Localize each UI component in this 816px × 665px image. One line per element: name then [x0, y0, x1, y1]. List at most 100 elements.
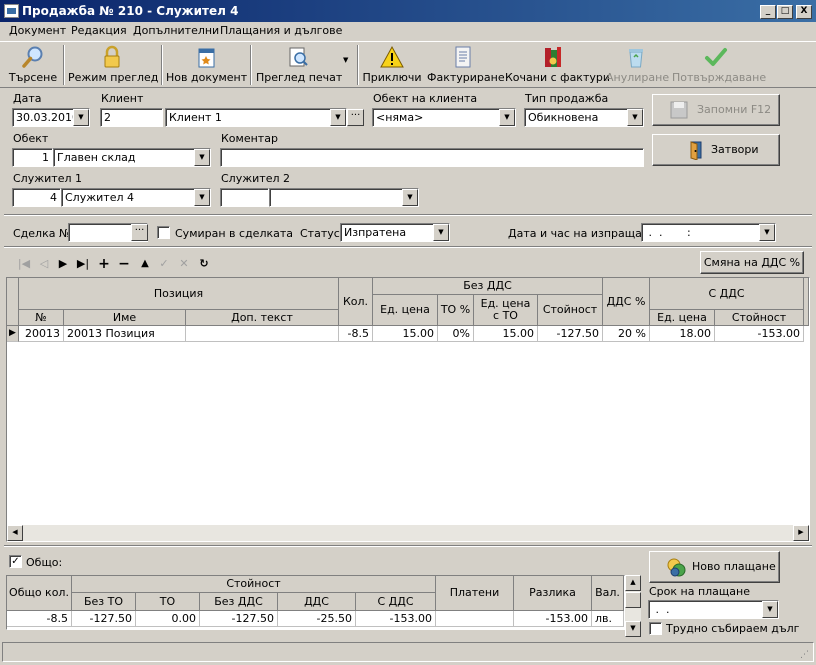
new-payment-button[interactable]: Ново плащане [649, 551, 780, 583]
divider [4, 214, 812, 216]
chevron-down-icon[interactable]: ▼ [194, 149, 210, 166]
print-preview-dropdown[interactable]: ▼ [340, 42, 354, 88]
header-totals-no-vat: Без ДДС [200, 593, 278, 611]
cell-name[interactable]: 20013 Позиция [64, 326, 186, 342]
new-document-icon [198, 48, 215, 68]
invoicing-button[interactable]: Фактуриране [427, 42, 505, 88]
app-icon [4, 4, 19, 18]
insert-record-icon[interactable]: + [96, 256, 112, 272]
deal-ellipsis-button[interactable]: ··· [131, 224, 148, 241]
row-current-icon: ▶ [7, 326, 19, 342]
chevron-down-icon[interactable]: ▼ [762, 601, 778, 618]
chevron-down-icon[interactable]: ▼ [627, 109, 643, 126]
employee2-label: Служител 2 [221, 172, 290, 185]
chevron-down-icon[interactable]: ▼ [759, 224, 775, 241]
summed-checkbox[interactable] [157, 226, 170, 239]
object-name-combo[interactable]: Главен склад [53, 148, 211, 167]
change-vat-button[interactable]: Смяна на ДДС % [700, 251, 804, 274]
send-datetime-label: Дата и час на изпращане [508, 227, 656, 240]
total-with-vat-value: -153.00 [356, 611, 436, 627]
maximize-button[interactable]: □ [777, 5, 793, 19]
employee1-code-field[interactable]: 4 [12, 188, 61, 207]
prior-record-icon[interactable]: ◁ [36, 256, 52, 272]
chevron-down-icon[interactable]: ▼ [194, 189, 210, 206]
books-icon [545, 47, 561, 67]
coins-icon [667, 558, 686, 577]
finish-button[interactable]: Приключи [362, 42, 422, 88]
hard-debt-checkbox[interactable] [649, 622, 662, 635]
scroll-thumb[interactable] [625, 592, 641, 608]
invoice-books-button[interactable]: Кочани с фактури [505, 42, 610, 88]
cell-extra[interactable] [186, 326, 339, 342]
header-value: Стойност [538, 295, 603, 326]
menu-edit[interactable]: Редакция [71, 24, 127, 37]
menu-payments-debts[interactable]: Плащания и дългове [220, 24, 342, 37]
header-vat-pct: ДДС % [603, 278, 650, 326]
close-window-button[interactable]: X [796, 5, 812, 19]
scroll-right-icon[interactable]: ▶ [793, 525, 809, 541]
new-document-button[interactable]: Нов документ [166, 42, 247, 88]
delete-record-icon[interactable]: − [116, 256, 132, 272]
cancel-record-icon[interactable]: ✕ [176, 256, 192, 272]
header-qty: Кол. [339, 278, 373, 326]
resize-grip-icon[interactable]: ⋰ [800, 650, 812, 662]
cell-value-vat[interactable]: -153.00 [715, 326, 804, 342]
minimize-button[interactable]: _ [760, 5, 776, 19]
total-to-value: 0.00 [136, 611, 200, 627]
cell-unit-price[interactable]: 15.00 [373, 326, 438, 342]
cell-unit-price-vat[interactable]: 18.00 [650, 326, 715, 342]
scroll-left-icon[interactable]: ◀ [7, 525, 23, 541]
client-object-combo[interactable]: <няма> [372, 108, 516, 127]
chevron-down-icon[interactable]: ▼ [402, 189, 418, 206]
client-code-field[interactable]: 2 [100, 108, 163, 127]
comment-field[interactable] [220, 148, 644, 167]
total-qty-value: -8.5 [7, 611, 72, 627]
header-filler [804, 278, 809, 326]
post-record-icon[interactable]: ✓ [156, 256, 172, 272]
cell-value[interactable]: -127.50 [538, 326, 603, 342]
total-checkbox[interactable]: ✓ [9, 555, 22, 568]
date-label: Дата [13, 92, 42, 105]
client-ellipsis-button[interactable]: ··· [347, 109, 364, 126]
cancel-button[interactable]: Анулиране [606, 42, 669, 88]
due-date-field[interactable]: . . [648, 600, 779, 619]
scroll-down-icon[interactable]: ▼ [625, 621, 641, 637]
confirm-button[interactable]: Потвърждаване [672, 42, 766, 88]
header-position: Позиция [19, 278, 339, 310]
employee1-name-combo[interactable]: Служител 4 [61, 188, 211, 207]
menu-document[interactable]: Документ [9, 24, 66, 37]
client-name-combo[interactable]: Клиент 1 [165, 108, 347, 127]
close-button[interactable]: Затвори [652, 134, 780, 166]
cell-no[interactable]: 20013 [19, 326, 64, 342]
employee2-code-field[interactable] [220, 188, 269, 207]
header-no-vat: Без ДДС [373, 278, 603, 295]
header-unit-price-to: Ед. цена с ТО [474, 295, 538, 326]
view-mode-button[interactable]: Режим преглед [68, 42, 158, 88]
horizontal-scrollbar[interactable]: ◀ ▶ [7, 525, 809, 541]
refresh-icon[interactable]: ↻ [196, 256, 212, 272]
next-record-icon[interactable]: ▶ [55, 256, 71, 272]
save-f12-button[interactable]: Запомни F12 [652, 94, 780, 126]
send-datetime-field[interactable]: . . : [641, 223, 776, 242]
totals-vertical-scrollbar[interactable]: ▲ ▼ [625, 575, 641, 637]
chevron-down-icon[interactable]: ▼ [433, 224, 449, 241]
menu-additional[interactable]: Допълнителни [133, 24, 219, 37]
print-preview-button[interactable]: Преглед печат [256, 42, 342, 88]
first-record-icon[interactable]: |◀ [16, 256, 32, 272]
last-record-icon[interactable]: ▶| [75, 256, 91, 272]
cell-qty[interactable]: -8.5 [339, 326, 373, 342]
chevron-down-icon[interactable]: ▼ [73, 109, 89, 126]
scroll-up-icon[interactable]: ▲ [625, 575, 641, 591]
cell-unit-price-to[interactable]: 15.00 [474, 326, 538, 342]
edit-record-icon[interactable]: ▲ [137, 256, 153, 272]
checkmark-icon [705, 48, 727, 66]
search-button[interactable]: Търсене [6, 42, 60, 88]
cell-to-pct[interactable]: 0% [438, 326, 474, 342]
cell-vat-pct[interactable]: 20 % [603, 326, 650, 342]
header-totals-value: Стойност [72, 576, 436, 593]
employee2-name-combo[interactable] [269, 188, 419, 207]
sale-type-combo[interactable]: Обикновена [524, 108, 644, 127]
object-code-field[interactable]: 1 [12, 148, 53, 167]
chevron-down-icon[interactable]: ▼ [330, 109, 346, 126]
chevron-down-icon[interactable]: ▼ [499, 109, 515, 126]
